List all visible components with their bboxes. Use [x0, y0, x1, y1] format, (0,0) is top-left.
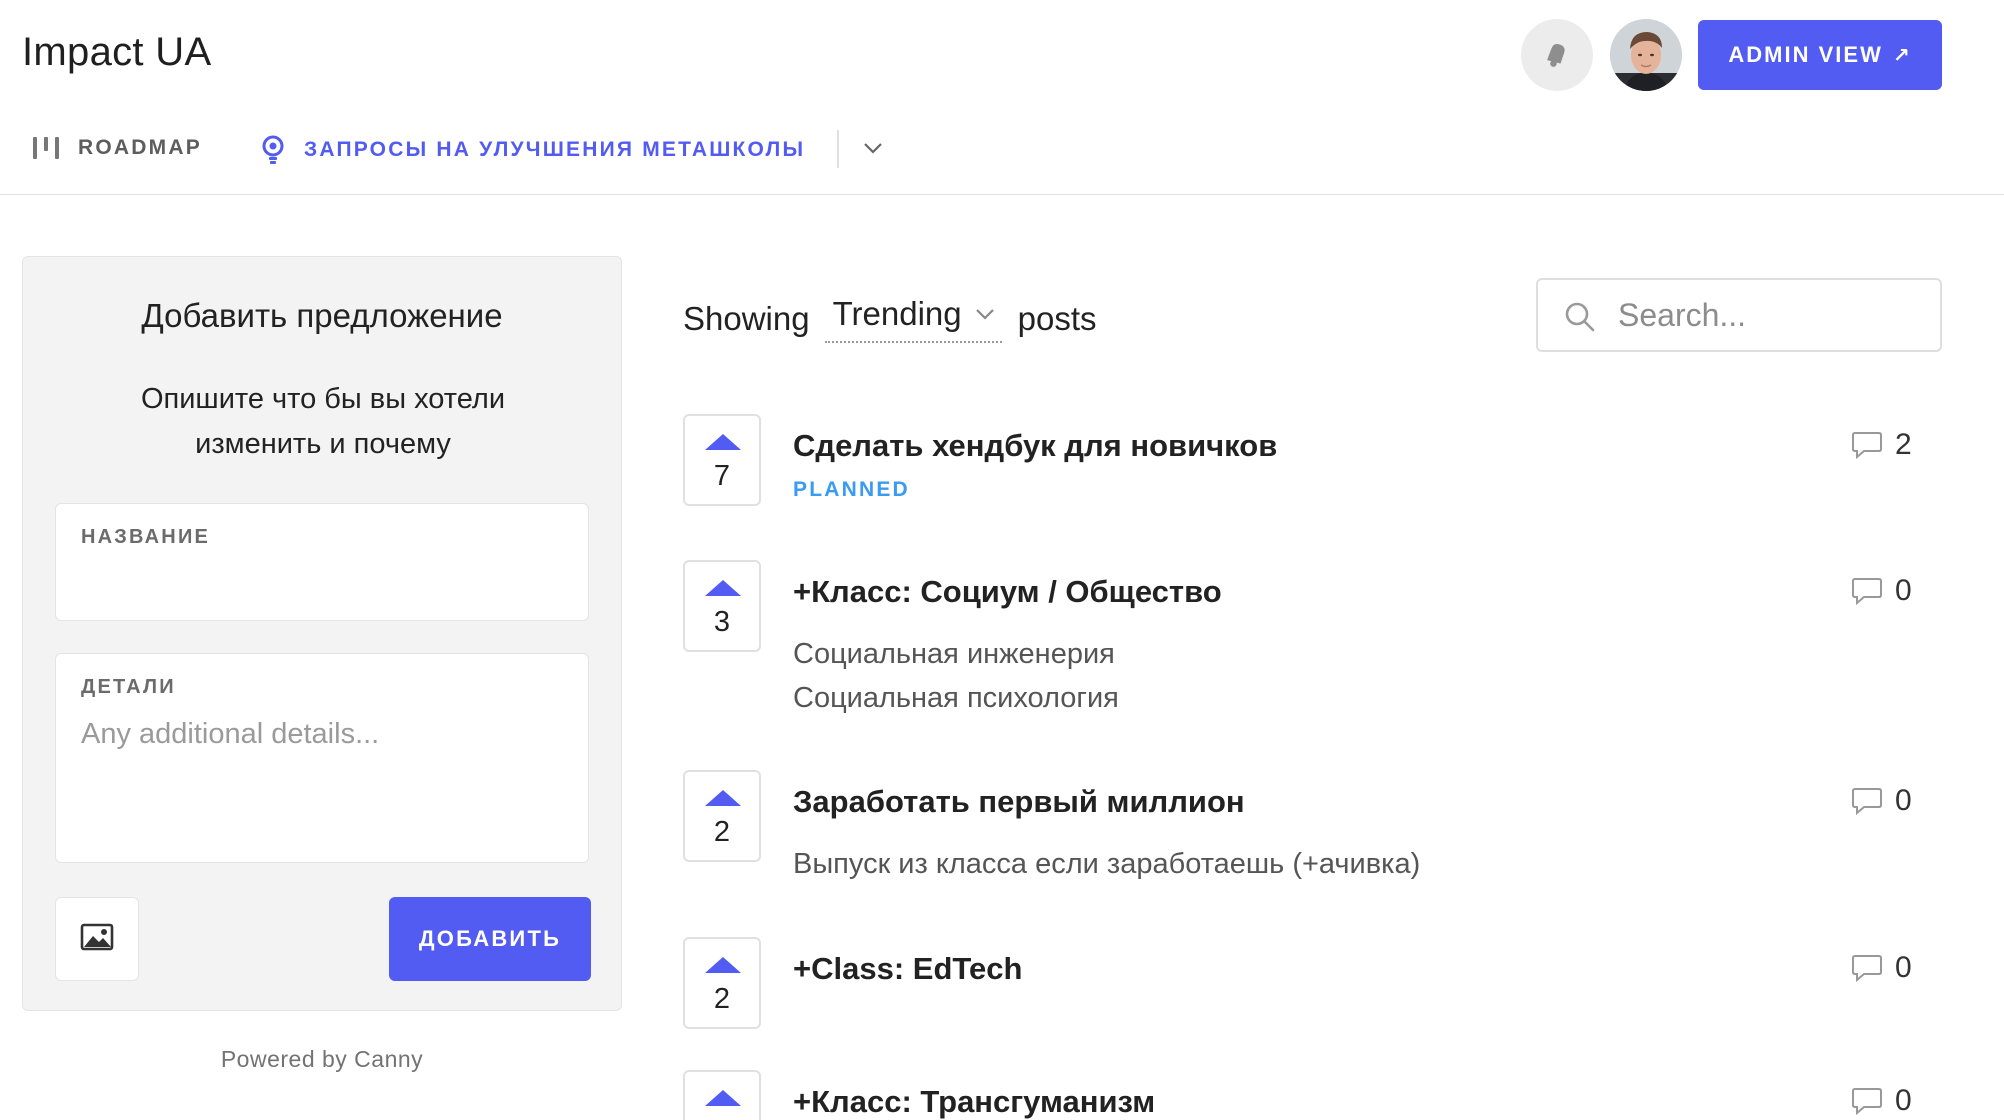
comment-count[interactable]: 0: [1851, 784, 1912, 818]
comment-count[interactable]: 0: [1851, 1084, 1912, 1118]
comment-count[interactable]: 2: [1851, 428, 1912, 462]
post-title[interactable]: +Класс: Социум / Общество: [793, 574, 1222, 610]
boards-dropdown-button[interactable]: [858, 135, 888, 165]
title-input[interactable]: [81, 564, 561, 604]
sort-controls: Showing Trending posts: [683, 295, 1097, 343]
chevron-down-icon: [862, 141, 884, 160]
details-input[interactable]: [81, 718, 561, 838]
image-icon: [80, 923, 114, 956]
title-field[interactable]: НАЗВАНИЕ: [55, 503, 589, 621]
create-post-description: Опишите что бы вы хотели изменить и поче…: [140, 383, 506, 460]
upvote-button[interactable]: 2: [683, 770, 761, 862]
notifications-button[interactable]: [1521, 19, 1593, 91]
comment-icon: [1851, 430, 1883, 460]
search-box[interactable]: [1536, 278, 1942, 352]
title-field-label: НАЗВАНИЕ: [81, 526, 211, 548]
post-title[interactable]: +Класс: Трансгуманизм: [793, 1084, 1155, 1120]
nav-divider: [837, 130, 839, 168]
post-title[interactable]: +Class: EdTech: [793, 951, 1022, 987]
chevron-down-icon: [974, 307, 996, 321]
vote-count: 2: [713, 816, 731, 848]
user-avatar[interactable]: [1610, 19, 1682, 91]
external-link-icon: ↗: [1892, 44, 1912, 67]
create-post-panel: Добавить предложение Опишите что бы вы х…: [22, 256, 622, 1011]
details-field[interactable]: ДЕТАЛИ: [55, 653, 589, 863]
comment-icon: [1851, 576, 1883, 606]
post-description: Социальная инженерия Социальная психолог…: [793, 632, 1119, 720]
sort-dropdown[interactable]: Trending: [824, 295, 1002, 343]
upvote-arrow-icon: [705, 790, 741, 806]
powered-by-link[interactable]: Powered by Canny: [22, 1046, 622, 1073]
upvote-button[interactable]: 2: [683, 937, 761, 1029]
post-description-line: Выпуск из класса если заработаешь (+ачив…: [793, 848, 1421, 880]
vote-count: 7: [713, 460, 731, 492]
details-field-label: ДЕТАЛИ: [81, 676, 176, 698]
nav-roadmap-label: ROADMAP: [78, 136, 202, 159]
board-nav: ROADMAP ЗАПРОСЫ НА УЛУЧШЕНИЯ МЕТАШКОЛЫ: [0, 125, 2004, 195]
admin-view-label: ADMIN VIEW: [1728, 42, 1883, 67]
upvote-arrow-icon: [705, 957, 741, 973]
sort-value: Trending: [832, 295, 962, 332]
comment-count[interactable]: 0: [1851, 951, 1912, 985]
search-icon: [1564, 301, 1596, 338]
post-title[interactable]: Заработать первый миллион: [793, 784, 1245, 820]
bell-icon: [1540, 36, 1574, 75]
roadmap-icon: [32, 135, 60, 161]
upvote-arrow-icon: [705, 1090, 741, 1106]
attach-image-button[interactable]: [55, 897, 139, 981]
create-post-title: Добавить предложение: [141, 297, 503, 334]
post-description: Выпуск из класса если заработаешь (+ачив…: [793, 842, 1420, 886]
post-description-line: Социальная психология: [793, 682, 1119, 714]
comment-count[interactable]: 0: [1851, 574, 1912, 608]
nav-roadmap[interactable]: ROADMAP: [32, 135, 202, 161]
vote-count: 3: [713, 606, 731, 638]
upvote-arrow-icon: [705, 580, 741, 596]
post-item[interactable]: +Класс: Трансгуманизм 0: [683, 1070, 1943, 1120]
admin-view-button[interactable]: ADMIN VIEW ↗: [1698, 20, 1942, 90]
upvote-button[interactable]: 7: [683, 414, 761, 506]
nav-board-label: ЗАПРОСЫ НА УЛУЧШЕНИЯ МЕТАШКОЛЫ: [304, 138, 806, 161]
comment-count-value: 0: [1895, 1084, 1912, 1117]
submit-post-button[interactable]: ДОБАВИТЬ: [389, 897, 591, 981]
showing-label: Showing: [683, 300, 810, 337]
status-badge: PLANNED: [793, 478, 910, 501]
comment-count-value: 0: [1895, 951, 1912, 984]
upvote-button[interactable]: 3: [683, 560, 761, 652]
comment-icon: [1851, 953, 1883, 983]
comment-icon: [1851, 786, 1883, 816]
lightbulb-icon: [260, 135, 286, 165]
post-description-line: Социальная инженерия: [793, 638, 1115, 670]
app-title[interactable]: Impact UA: [22, 30, 211, 75]
upvote-arrow-icon: [705, 434, 741, 450]
comment-count-value: 2: [1895, 428, 1912, 461]
nav-board-feature-requests[interactable]: ЗАПРОСЫ НА УЛУЧШЕНИЯ МЕТАШКОЛЫ: [260, 135, 805, 165]
vote-count: 2: [713, 983, 731, 1015]
post-title[interactable]: Сделать хендбук для новичков: [793, 428, 1277, 464]
search-input[interactable]: [1618, 294, 1918, 336]
upvote-button[interactable]: [683, 1070, 761, 1120]
comment-count-value: 0: [1895, 784, 1912, 817]
posts-label: posts: [1017, 300, 1097, 337]
comment-icon: [1851, 1086, 1883, 1116]
comment-count-value: 0: [1895, 574, 1912, 607]
